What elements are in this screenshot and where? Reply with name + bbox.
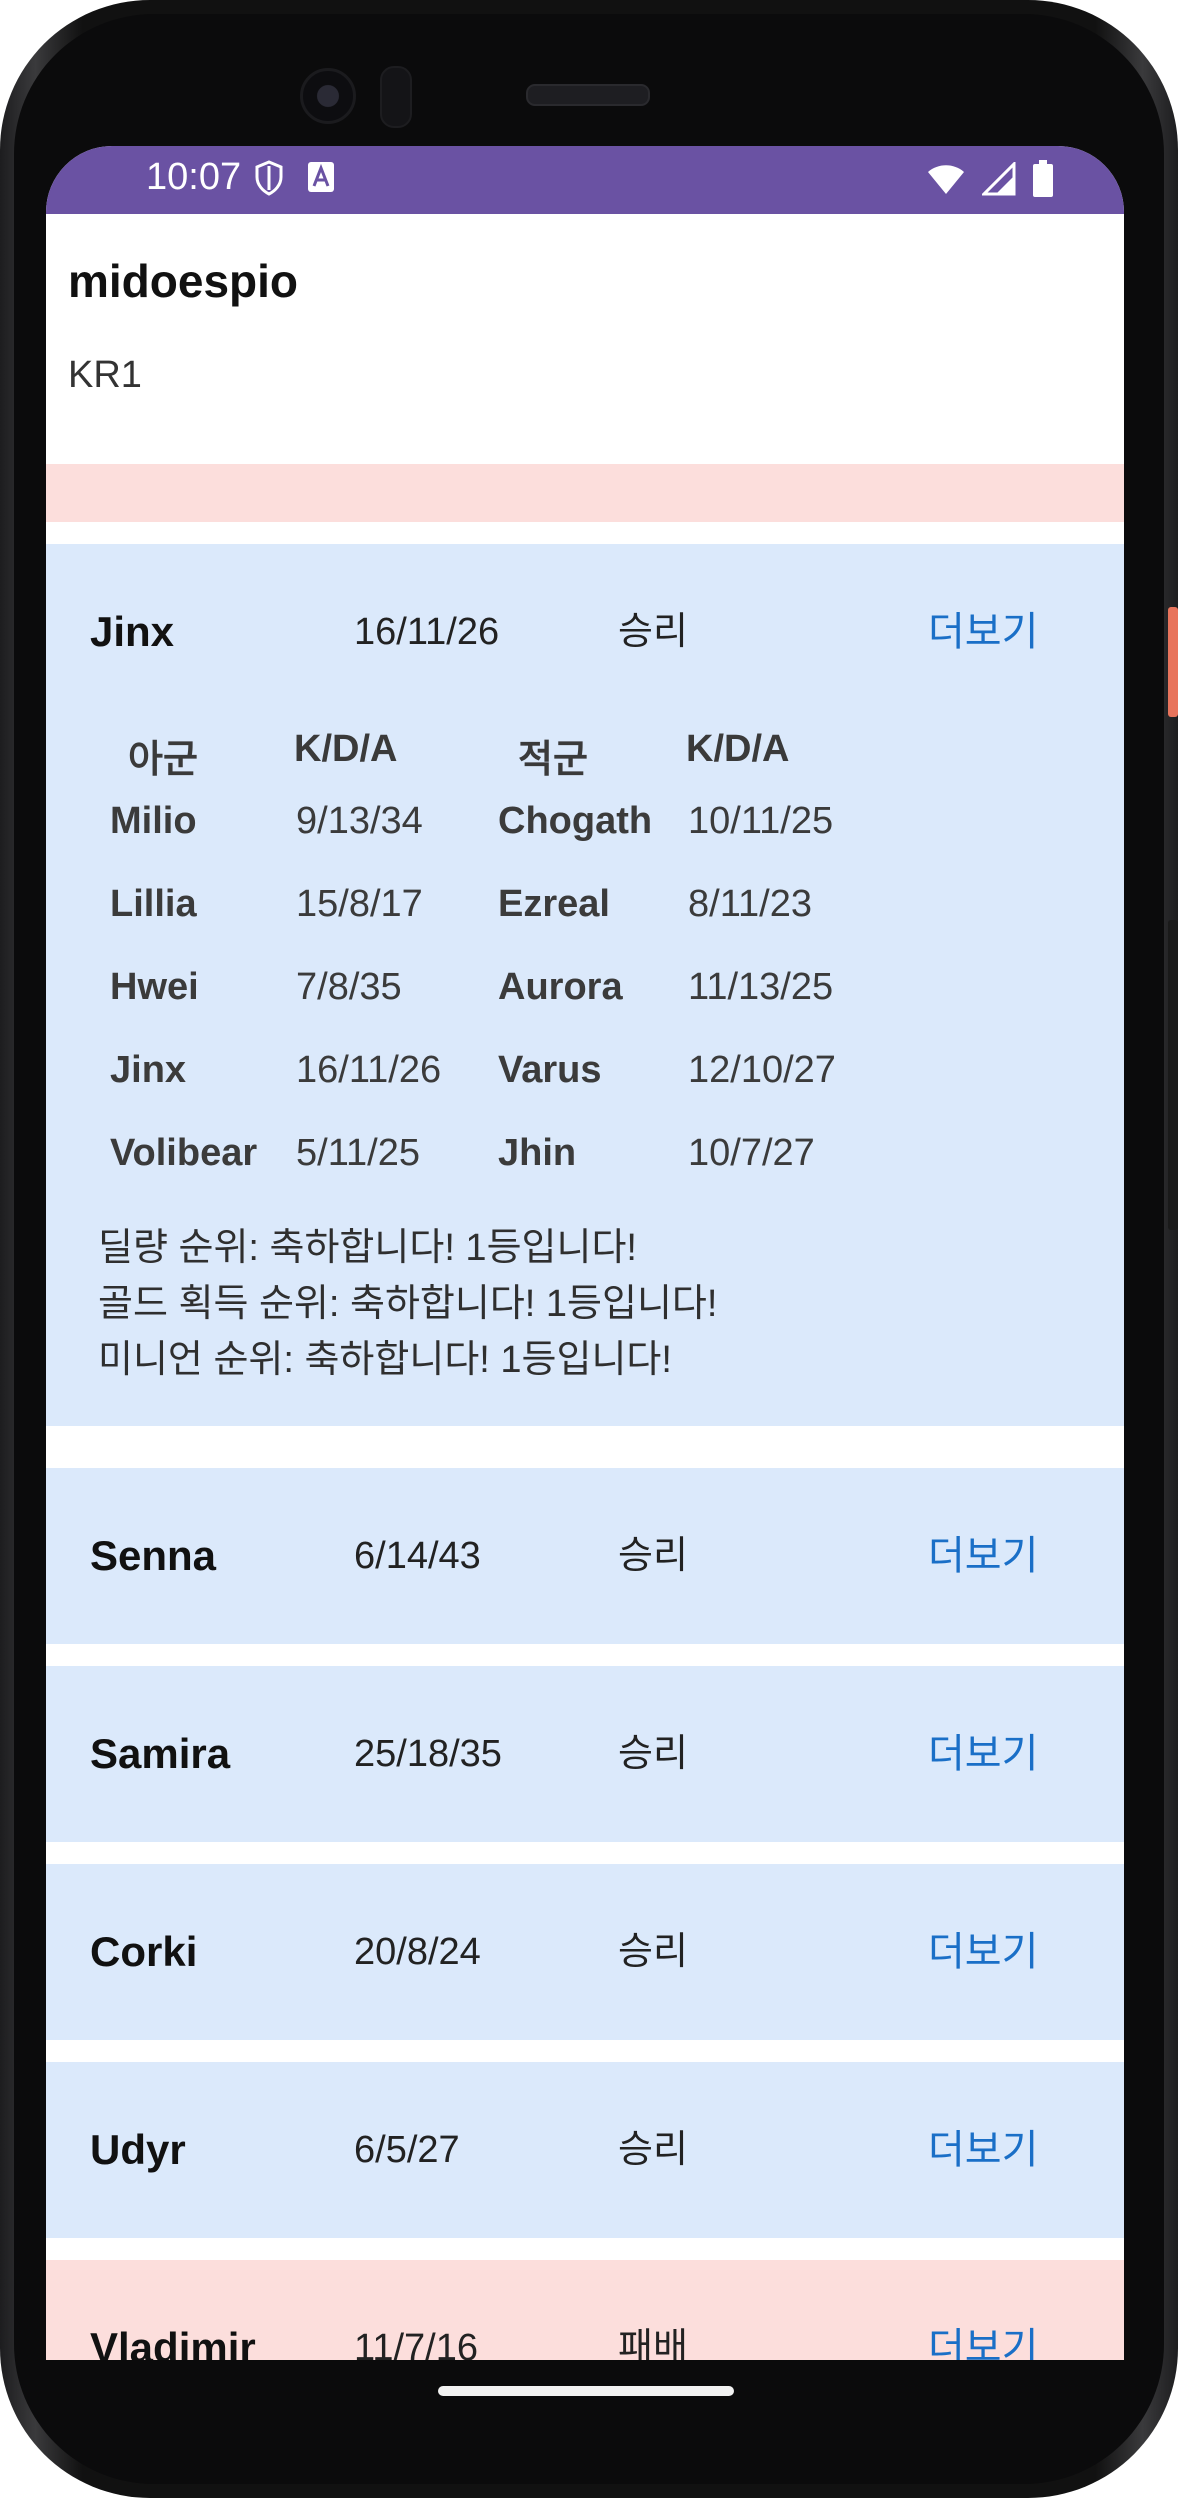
match-result: 승리: [618, 2129, 688, 2171]
app-screen: 10:07 midoespio KR1 Jinx 16/11/26 승리 더보기…: [46, 146, 1124, 2360]
match-card[interactable]: Samira 25/18/35 승리 더보기: [46, 1666, 1124, 1842]
ally-header: 아군: [128, 739, 198, 781]
power-button[interactable]: [1168, 607, 1178, 717]
ally-kda: 15/8/17: [296, 883, 423, 925]
ally-champion: Milio: [110, 800, 197, 842]
enemy-champion: Aurora: [498, 966, 623, 1008]
match-summary-row[interactable]: Samira 25/18/35 승리 더보기: [46, 1666, 1124, 1842]
enemy-champion: Chogath: [498, 800, 653, 842]
player-header: midoespio KR1: [46, 214, 1124, 464]
match-summary-row[interactable]: Corki 20/8/24 승리 더보기: [46, 1864, 1124, 2040]
phone-frame: 10:07 midoespio KR1 Jinx 16/11/26 승리 더보기…: [0, 0, 1178, 2498]
player-tag: KR1: [68, 354, 142, 396]
champion-name: Corki: [90, 1928, 198, 1975]
match-result: 승리: [618, 1931, 688, 1973]
match-kda: 16/11/26: [354, 611, 500, 653]
champion-name: Senna: [90, 1532, 217, 1579]
enemy-kda: 11/13/25: [688, 966, 834, 1008]
match-result: 승리: [618, 611, 688, 653]
ally-champion: Hwei: [110, 966, 199, 1008]
gold-rank-text: 골드 획득 순위: 축하합니다! 1등입니다!: [98, 1283, 718, 1325]
cellular-signal-icon: [980, 160, 1016, 201]
champion-name: Jinx: [90, 608, 175, 655]
ally-kda: 5/11/25: [296, 1132, 420, 1174]
minion-rank-text: 미니언 순위: 축하합니다! 1등입니다!: [98, 1339, 672, 1381]
enemy-kda: 12/10/27: [688, 1049, 836, 1091]
player-name: midoespio: [68, 255, 299, 307]
navigation-bar: [0, 2360, 1178, 2498]
enemy-champion: Varus: [498, 1049, 602, 1091]
match-summary-row[interactable]: Udyr 6/5/27 승리 더보기: [46, 2062, 1124, 2238]
more-button[interactable]: 더보기: [928, 1864, 1038, 2040]
match-card[interactable]: Udyr 6/5/27 승리 더보기: [46, 2062, 1124, 2238]
match-result: 패배: [618, 2327, 688, 2360]
text-input-icon: [306, 160, 336, 201]
enemy-kda: 10/7/27: [688, 1132, 815, 1174]
match-kda: 11/7/16: [354, 2327, 478, 2360]
ally-champion: Jinx: [110, 1049, 187, 1091]
match-card[interactable]: Vladimir 11/7/16 패배 더보기: [46, 2260, 1124, 2360]
ally-champion: Lillia: [110, 883, 197, 925]
match-card[interactable]: Senna 6/14/43 승리 더보기: [46, 1468, 1124, 1644]
match-result: 승리: [618, 1733, 688, 1775]
status-icons-left: [254, 160, 336, 201]
enemy-header: 적군: [518, 739, 588, 781]
more-button[interactable]: 더보기: [928, 1468, 1038, 1644]
status-time: 10:07: [146, 156, 242, 198]
earpiece-speaker: [526, 84, 650, 106]
proximity-sensor: [380, 66, 412, 128]
match-kda: 25/18/35: [354, 1733, 502, 1775]
ally-champion: Volibear: [110, 1132, 258, 1174]
champion-name: Udyr: [90, 2126, 186, 2173]
loss-card-edge: [46, 464, 1124, 522]
enemy-kda: 8/11/23: [688, 883, 812, 925]
shield-icon: [254, 160, 284, 201]
match-kda: 20/8/24: [354, 1931, 481, 1973]
match-result: 승리: [618, 1535, 688, 1577]
enemy-kda-header: K/D/A: [686, 728, 790, 770]
front-camera: [300, 68, 356, 124]
more-button[interactable]: 더보기: [928, 1666, 1038, 1842]
ally-kda: 9/13/34: [296, 800, 423, 842]
wifi-icon: [926, 162, 966, 201]
status-bar: 10:07: [46, 146, 1124, 214]
champion-name: Samira: [90, 1730, 231, 1777]
more-button[interactable]: 더보기: [928, 2062, 1038, 2238]
more-button[interactable]: 더보기: [928, 2260, 1038, 2360]
battery-icon: [1032, 160, 1054, 203]
home-gesture-handle[interactable]: [438, 2386, 734, 2396]
match-summary-row[interactable]: Jinx 16/11/26 승리 더보기: [46, 544, 1124, 720]
status-icons-right: [926, 160, 1054, 203]
enemy-kda: 10/11/25: [688, 800, 834, 842]
match-summary-row[interactable]: Senna 6/14/43 승리 더보기: [46, 1468, 1124, 1644]
enemy-champion: Jhin: [498, 1132, 577, 1174]
champion-name: Vladimir: [90, 2324, 256, 2360]
ally-kda: 7/8/35: [296, 966, 402, 1008]
more-button[interactable]: 더보기: [928, 544, 1038, 720]
volume-button[interactable]: [1168, 920, 1178, 1230]
enemy-champion: Ezreal: [498, 883, 610, 925]
match-card[interactable]: Corki 20/8/24 승리 더보기: [46, 1864, 1124, 2040]
ally-kda: 16/11/26: [296, 1049, 442, 1091]
match-kda: 6/5/27: [354, 2129, 460, 2171]
match-kda: 6/14/43: [354, 1535, 481, 1577]
ally-kda-header: K/D/A: [294, 728, 398, 770]
match-card[interactable]: Jinx 16/11/26 승리 더보기 아군 K/D/A 적군 K/D/A M…: [46, 544, 1124, 1426]
match-summary-row[interactable]: Vladimir 11/7/16 패배 더보기: [46, 2260, 1124, 2360]
damage-rank-text: 딜량 순위: 축하합니다! 1등입니다!: [98, 1227, 637, 1269]
